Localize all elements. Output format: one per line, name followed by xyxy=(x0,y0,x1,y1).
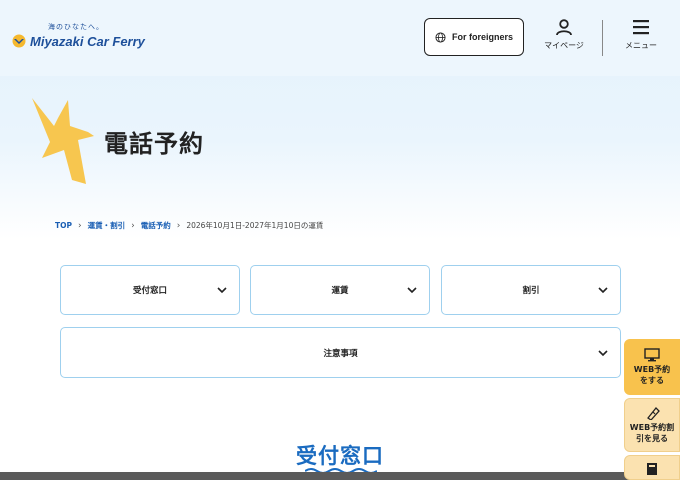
site-header: 海のひなたへ。 Miyazaki Car Ferry For foreigner… xyxy=(0,0,680,76)
chevron-down-icon xyxy=(217,287,227,294)
section-title: 受付窓口 xyxy=(296,444,384,468)
nav-notes-button[interactable]: 注意事項 xyxy=(60,327,621,378)
for-foreigners-label: For foreigners xyxy=(451,32,513,42)
ticket-icon xyxy=(647,406,660,420)
web-reserve-button[interactable]: WEB予約 をする xyxy=(624,339,680,395)
breadcrumb-fares[interactable]: 運賃・割引 xyxy=(88,220,126,231)
book-icon xyxy=(647,463,657,475)
web-discount-button[interactable]: WEB予約割 引を見る xyxy=(624,398,680,452)
breadcrumb-phone-reservation[interactable]: 電話予約 xyxy=(141,220,171,231)
chevron-down-icon xyxy=(407,287,417,294)
bird-icon xyxy=(32,98,94,184)
nav-fares-button[interactable]: 運賃 xyxy=(250,265,430,315)
menu-label: メニュー xyxy=(625,41,657,50)
chevron-right-icon: › xyxy=(78,220,82,231)
web-discount-line1: WEB予約割 xyxy=(629,422,675,432)
bottom-bar xyxy=(0,472,680,480)
hamburger-icon xyxy=(633,20,649,35)
nav-label: 受付窓口 xyxy=(132,286,167,296)
nav-reception-button[interactable]: 受付窓口 xyxy=(60,265,240,315)
mypage-button[interactable]: マイページ xyxy=(536,18,592,58)
logo-tagline: 海のひなたへ。 xyxy=(48,23,104,31)
logo-text: Miyazaki Car Ferry xyxy=(30,34,145,49)
breadcrumb: TOP › 運賃・割引 › 電話予約 › 2026年10月1日-2027年1月1… xyxy=(55,220,323,231)
web-reserve-line1: WEB予約 xyxy=(633,364,671,374)
monitor-icon xyxy=(644,348,660,362)
page-title: 電話予約 xyxy=(104,130,204,158)
nav-label: 運賃 xyxy=(331,286,349,296)
chevron-down-icon xyxy=(598,350,608,357)
for-foreigners-button[interactable]: For foreigners xyxy=(424,18,524,56)
web-discount-line2: 引を見る xyxy=(636,433,668,443)
mypage-label: マイページ xyxy=(544,41,584,50)
menu-button[interactable]: メニュー xyxy=(614,18,668,58)
breadcrumb-top[interactable]: TOP xyxy=(55,221,72,230)
chevron-right-icon: › xyxy=(176,220,181,231)
logo-mark-icon xyxy=(12,34,26,48)
globe-icon xyxy=(435,31,446,43)
chevron-down-icon xyxy=(598,287,608,294)
web-reserve-line2: をする xyxy=(640,375,664,385)
chevron-right-icon: › xyxy=(131,220,135,231)
nav-label: 割引 xyxy=(522,286,540,296)
user-icon xyxy=(556,19,572,36)
site-logo[interactable]: 海のひなたへ。 Miyazaki Car Ferry xyxy=(12,22,152,56)
nav-discounts-button[interactable]: 割引 xyxy=(441,265,621,315)
header-divider xyxy=(602,20,603,56)
side-guide-button[interactable] xyxy=(624,455,680,480)
nav-label: 注意事項 xyxy=(323,348,358,359)
breadcrumb-current: 2026年10月1日-2027年1月10日の運賃 xyxy=(186,221,324,230)
